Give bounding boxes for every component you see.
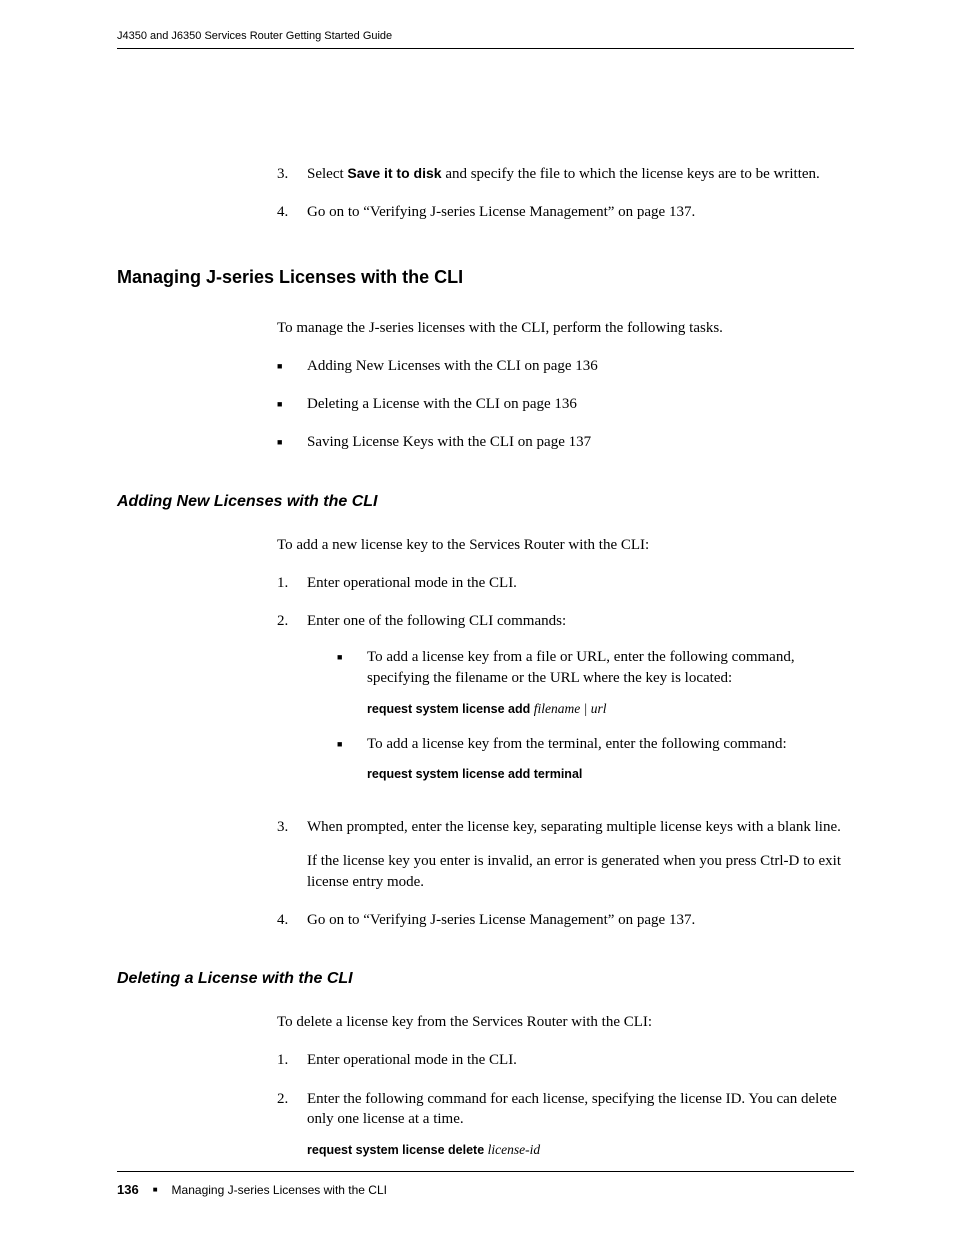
list-item: ■ To add a license key from a file or UR… bbox=[337, 647, 854, 718]
list-text: When prompted, enter the license key, se… bbox=[307, 817, 854, 892]
section-body: To manage the J-series licenses with the… bbox=[277, 318, 854, 453]
paragraph: To add a new license key to the Services… bbox=[277, 535, 854, 555]
square-bullet-icon: ■ bbox=[277, 394, 307, 409]
text-fragment: To add a license key from the terminal, … bbox=[367, 736, 787, 752]
list-item: 4. Go on to “Verifying J-series License … bbox=[277, 202, 854, 222]
command-italic: filename | url bbox=[534, 701, 607, 716]
square-bullet-icon: ■ bbox=[277, 356, 307, 371]
heading-adding-licenses-cli: Adding New Licenses with the CLI bbox=[117, 493, 854, 511]
list-item: 2. Enter one of the following CLI comman… bbox=[277, 611, 854, 799]
heading-managing-licenses-cli: Managing J-series Licenses with the CLI bbox=[117, 267, 854, 288]
top-numbered-list: 3. Select Save it to disk and specify th… bbox=[277, 164, 854, 223]
text-fragment: When prompted, enter the license key, se… bbox=[307, 819, 841, 835]
paragraph: To manage the J-series licenses with the… bbox=[277, 318, 854, 338]
list-number: 3. bbox=[277, 817, 307, 837]
list-item: 1. Enter operational mode in the CLI. bbox=[277, 1050, 854, 1070]
command-bold: request system license delete bbox=[307, 1143, 488, 1157]
cli-command: request system license add terminal bbox=[367, 766, 854, 783]
paragraph: To delete a license key from the Service… bbox=[277, 1012, 854, 1032]
text-fragment: Select bbox=[307, 166, 347, 182]
list-text: Adding New Licenses with the CLI on page… bbox=[307, 356, 854, 376]
text-fragment: and specify the file to which the licens… bbox=[442, 166, 820, 182]
list-text: Select Save it to disk and specify the f… bbox=[307, 164, 854, 184]
paragraph: If the license key you enter is invalid,… bbox=[307, 851, 854, 892]
bold-text: Save it to disk bbox=[347, 165, 441, 181]
adding-body: To add a new license key to the Services… bbox=[277, 535, 854, 931]
list-item: 3. Select Save it to disk and specify th… bbox=[277, 164, 854, 184]
command-bold: request system license add bbox=[367, 702, 534, 716]
cli-command: request system license add filename | ur… bbox=[367, 700, 854, 718]
task-bullet-list: ■ Adding New Licenses with the CLI on pa… bbox=[277, 356, 854, 453]
adding-steps: 1. Enter operational mode in the CLI. 2.… bbox=[277, 573, 854, 930]
list-text: Enter one of the following CLI commands:… bbox=[307, 611, 854, 799]
square-bullet-icon: ■ bbox=[337, 647, 367, 662]
list-text: To add a license key from the terminal, … bbox=[367, 734, 854, 783]
list-item: ■ To add a license key from the terminal… bbox=[337, 734, 854, 783]
list-number: 1. bbox=[277, 573, 307, 593]
footer-text: Managing J-series Licenses with the CLI bbox=[172, 1183, 387, 1197]
text-fragment: Enter one of the following CLI commands: bbox=[307, 613, 566, 629]
nested-bullets: ■ To add a license key from a file or UR… bbox=[337, 647, 854, 783]
heading-deleting-license-cli: Deleting a License with the CLI bbox=[117, 970, 854, 988]
list-number: 1. bbox=[277, 1050, 307, 1070]
list-text: Go on to “Verifying J-series License Man… bbox=[307, 910, 854, 930]
list-number: 2. bbox=[277, 611, 307, 631]
list-item: 3. When prompted, enter the license key,… bbox=[277, 817, 854, 892]
list-item: 1. Enter operational mode in the CLI. bbox=[277, 573, 854, 593]
list-number: 4. bbox=[277, 202, 307, 222]
command-bold: request system license add terminal bbox=[367, 767, 582, 781]
square-bullet-icon: ■ bbox=[277, 432, 307, 447]
square-bullet-icon: ■ bbox=[153, 1185, 158, 1194]
list-item: ■ Saving License Keys with the CLI on pa… bbox=[277, 432, 854, 452]
list-text: Deleting a License with the CLI on page … bbox=[307, 394, 854, 414]
page-number: 136 bbox=[117, 1182, 139, 1197]
text-fragment: To add a license key from a file or URL,… bbox=[367, 649, 795, 685]
list-text: To add a license key from a file or URL,… bbox=[367, 647, 854, 718]
list-item: 4. Go on to “Verifying J-series License … bbox=[277, 910, 854, 930]
command-italic: license-id bbox=[488, 1142, 540, 1157]
list-item: ■ Adding New Licenses with the CLI on pa… bbox=[277, 356, 854, 376]
page: J4350 and J6350 Services Router Getting … bbox=[0, 0, 954, 1235]
deleting-steps: 1. Enter operational mode in the CLI. 2.… bbox=[277, 1050, 854, 1159]
list-text: Enter operational mode in the CLI. bbox=[307, 1050, 854, 1070]
text-fragment: Enter the following command for each lic… bbox=[307, 1091, 837, 1127]
page-footer: 136 ■ Managing J-series Licenses with th… bbox=[117, 1171, 854, 1197]
running-head: J4350 and J6350 Services Router Getting … bbox=[117, 30, 854, 49]
deleting-body: To delete a license key from the Service… bbox=[277, 1012, 854, 1159]
list-text: Enter operational mode in the CLI. bbox=[307, 573, 854, 593]
square-bullet-icon: ■ bbox=[337, 734, 367, 749]
cli-command: request system license delete license-id bbox=[307, 1141, 854, 1159]
list-number: 3. bbox=[277, 164, 307, 184]
list-text: Saving License Keys with the CLI on page… bbox=[307, 432, 854, 452]
list-number: 2. bbox=[277, 1089, 307, 1109]
list-number: 4. bbox=[277, 910, 307, 930]
list-text: Enter the following command for each lic… bbox=[307, 1089, 854, 1160]
list-item: ■ Deleting a License with the CLI on pag… bbox=[277, 394, 854, 414]
list-item: 2. Enter the following command for each … bbox=[277, 1089, 854, 1160]
list-text: Go on to “Verifying J-series License Man… bbox=[307, 202, 854, 222]
